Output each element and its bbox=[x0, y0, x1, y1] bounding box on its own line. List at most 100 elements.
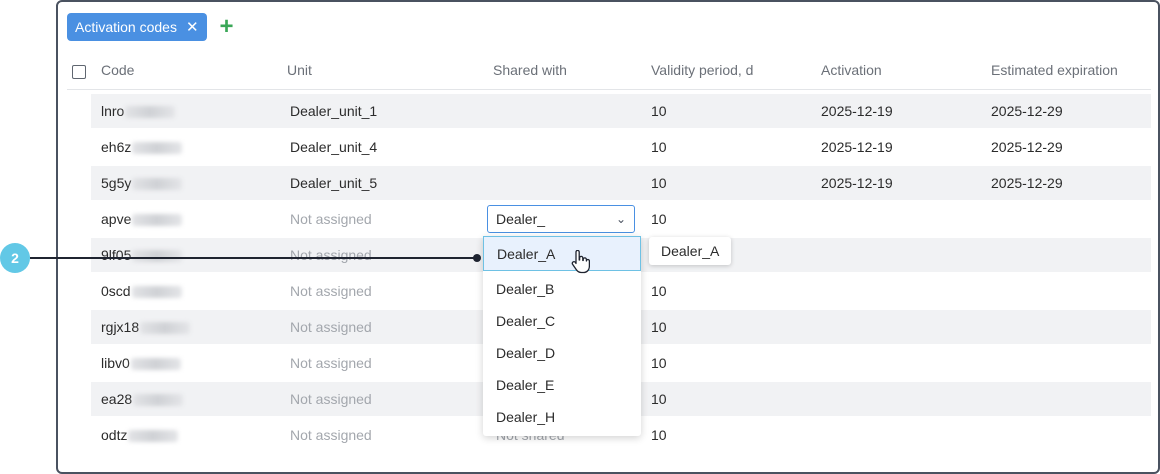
activation-cell: 2025-12-19 bbox=[821, 130, 893, 164]
close-icon[interactable]: ✕ bbox=[186, 20, 199, 35]
callout-badge: 2 bbox=[0, 243, 30, 273]
validity-cell-text: 10 bbox=[651, 283, 667, 299]
code-cell: lnro bbox=[101, 94, 176, 128]
code-cell-text: lnro bbox=[101, 103, 125, 119]
code-cell: ea28 bbox=[101, 382, 184, 416]
validity-cell-text: 10 bbox=[651, 319, 667, 335]
filter-tag-label: Activation codes bbox=[75, 19, 177, 35]
column-header-shared-with[interactable]: Shared with bbox=[493, 62, 567, 78]
code-cell-text: apve bbox=[101, 211, 132, 227]
column-header-code[interactable]: Code bbox=[101, 62, 134, 78]
activation-cell-text: 2025-12-19 bbox=[821, 139, 893, 155]
validity-cell-text: 10 bbox=[651, 139, 667, 155]
code-cell: 9lf05 bbox=[101, 238, 183, 272]
activation-cell: 2025-12-19 bbox=[821, 94, 893, 128]
expiration-cell: 2025-12-29 bbox=[991, 166, 1063, 200]
redacted-code bbox=[125, 106, 176, 119]
dropdown-option[interactable]: Dealer_B bbox=[483, 273, 641, 305]
shared-with-value: Dealer_ bbox=[496, 211, 546, 227]
redacted-code bbox=[140, 322, 191, 335]
code-cell: 0scd bbox=[101, 274, 182, 308]
unit-cell: Not assigned bbox=[290, 238, 372, 272]
redacted-code bbox=[132, 214, 183, 227]
redacted-code bbox=[133, 394, 184, 407]
code-cell-text: eh6z bbox=[101, 139, 132, 155]
code-cell-text: odtz bbox=[101, 427, 128, 443]
unit-cell-text: Not assigned bbox=[290, 283, 372, 299]
unit-cell: Not assigned bbox=[290, 310, 372, 344]
unit-cell: Dealer_unit_4 bbox=[290, 130, 377, 164]
code-cell-text: 5g5y bbox=[101, 175, 132, 191]
column-header-expiration[interactable]: Estimated expiration bbox=[991, 62, 1118, 78]
unit-cell-text: Not assigned bbox=[290, 319, 372, 335]
code-cell: apve bbox=[101, 202, 183, 236]
activation-cell-text: 2025-12-19 bbox=[821, 175, 893, 191]
code-cell: odtz bbox=[101, 418, 179, 452]
table-row[interactable]: eh6z Dealer_unit_4 10 2025-12-19 2025-12-29 bbox=[91, 130, 1151, 164]
code-cell: eh6z bbox=[101, 130, 183, 164]
column-header-validity[interactable]: Validity period, d bbox=[651, 62, 753, 78]
code-cell-text: ea28 bbox=[101, 391, 133, 407]
activation-cell: 2025-12-19 bbox=[821, 166, 893, 200]
validity-cell: 10 bbox=[651, 94, 667, 128]
code-cell-text: rgjx18 bbox=[101, 319, 140, 335]
validity-cell: 10 bbox=[651, 418, 667, 452]
dropdown-option[interactable]: Dealer_E bbox=[483, 369, 641, 401]
code-cell: rgjx18 bbox=[101, 310, 191, 344]
unit-cell-text: Not assigned bbox=[290, 391, 372, 407]
filter-tag-activation-codes[interactable]: Activation codes ✕ bbox=[67, 13, 207, 41]
table-row[interactable]: 5g5y Dealer_unit_5 10 2025-12-19 2025-12-29 bbox=[91, 166, 1151, 200]
validity-cell-text: 10 bbox=[651, 175, 667, 191]
expiration-cell-text: 2025-12-29 bbox=[991, 103, 1063, 119]
redacted-code bbox=[128, 430, 179, 443]
dropdown-option[interactable]: Dealer_A bbox=[483, 236, 641, 271]
validity-cell-text: 10 bbox=[651, 391, 667, 407]
code-cell-text: 9lf05 bbox=[101, 247, 132, 263]
unit-cell-text: Dealer_unit_4 bbox=[290, 139, 378, 155]
redacted-code bbox=[132, 142, 183, 155]
column-header-activation[interactable]: Activation bbox=[821, 62, 882, 78]
validity-cell: 10 bbox=[651, 166, 667, 200]
unit-cell-text: Dealer_unit_5 bbox=[290, 175, 378, 191]
table-row[interactable]: lnro Dealer_unit_1 10 2025-12-19 2025-12-29 bbox=[91, 94, 1151, 128]
chevron-down-icon: ⌄ bbox=[615, 212, 626, 226]
code-cell-text: 0scd bbox=[101, 283, 131, 299]
unit-cell: Not assigned bbox=[290, 346, 372, 380]
expiration-cell: 2025-12-29 bbox=[991, 94, 1063, 128]
unit-cell-text: Not assigned bbox=[290, 355, 372, 371]
unit-cell-text: Not assigned bbox=[290, 247, 372, 263]
validity-cell: 10 bbox=[651, 310, 667, 344]
callout-line bbox=[30, 257, 477, 259]
add-filter-button[interactable]: + bbox=[220, 15, 234, 39]
validity-cell: 10 bbox=[651, 130, 667, 164]
code-cell-text: libv0 bbox=[101, 355, 130, 371]
expiration-cell-text: 2025-12-29 bbox=[991, 139, 1063, 155]
validity-cell-text: 10 bbox=[651, 427, 667, 443]
dropdown-option[interactable]: Dealer_H bbox=[483, 401, 641, 433]
dropdown-option[interactable]: Dealer_C bbox=[483, 305, 641, 337]
unit-cell: Not assigned bbox=[290, 382, 372, 416]
validity-cell: 10 bbox=[651, 346, 667, 380]
dropdown-option[interactable]: Dealer_D bbox=[483, 337, 641, 369]
redacted-code bbox=[130, 358, 181, 371]
option-tooltip: Dealer_A bbox=[649, 237, 732, 265]
expiration-cell: 2025-12-29 bbox=[991, 130, 1063, 164]
column-header-unit[interactable]: Unit bbox=[287, 62, 312, 78]
shared-with-select[interactable]: Dealer_ ⌄ bbox=[487, 205, 635, 233]
code-cell: 5g5y bbox=[101, 166, 183, 200]
callout-dot bbox=[473, 254, 481, 262]
unit-cell-text: Dealer_unit_1 bbox=[290, 103, 378, 119]
header-divider bbox=[67, 89, 1151, 90]
unit-cell-text: Not assigned bbox=[290, 427, 372, 443]
validity-cell-text: 10 bbox=[651, 103, 667, 119]
validity-cell: 10 bbox=[651, 382, 667, 416]
redacted-code bbox=[131, 286, 182, 299]
unit-cell: Not assigned bbox=[290, 418, 372, 452]
validity-cell: 10 bbox=[651, 202, 667, 236]
select-all-checkbox[interactable] bbox=[72, 65, 86, 79]
unit-cell: Dealer_unit_5 bbox=[290, 166, 377, 200]
validity-cell-text: 10 bbox=[651, 355, 667, 371]
unit-cell-text: Not assigned bbox=[290, 211, 372, 227]
unit-cell: Not assigned bbox=[290, 202, 372, 236]
code-cell: libv0 bbox=[101, 346, 181, 380]
